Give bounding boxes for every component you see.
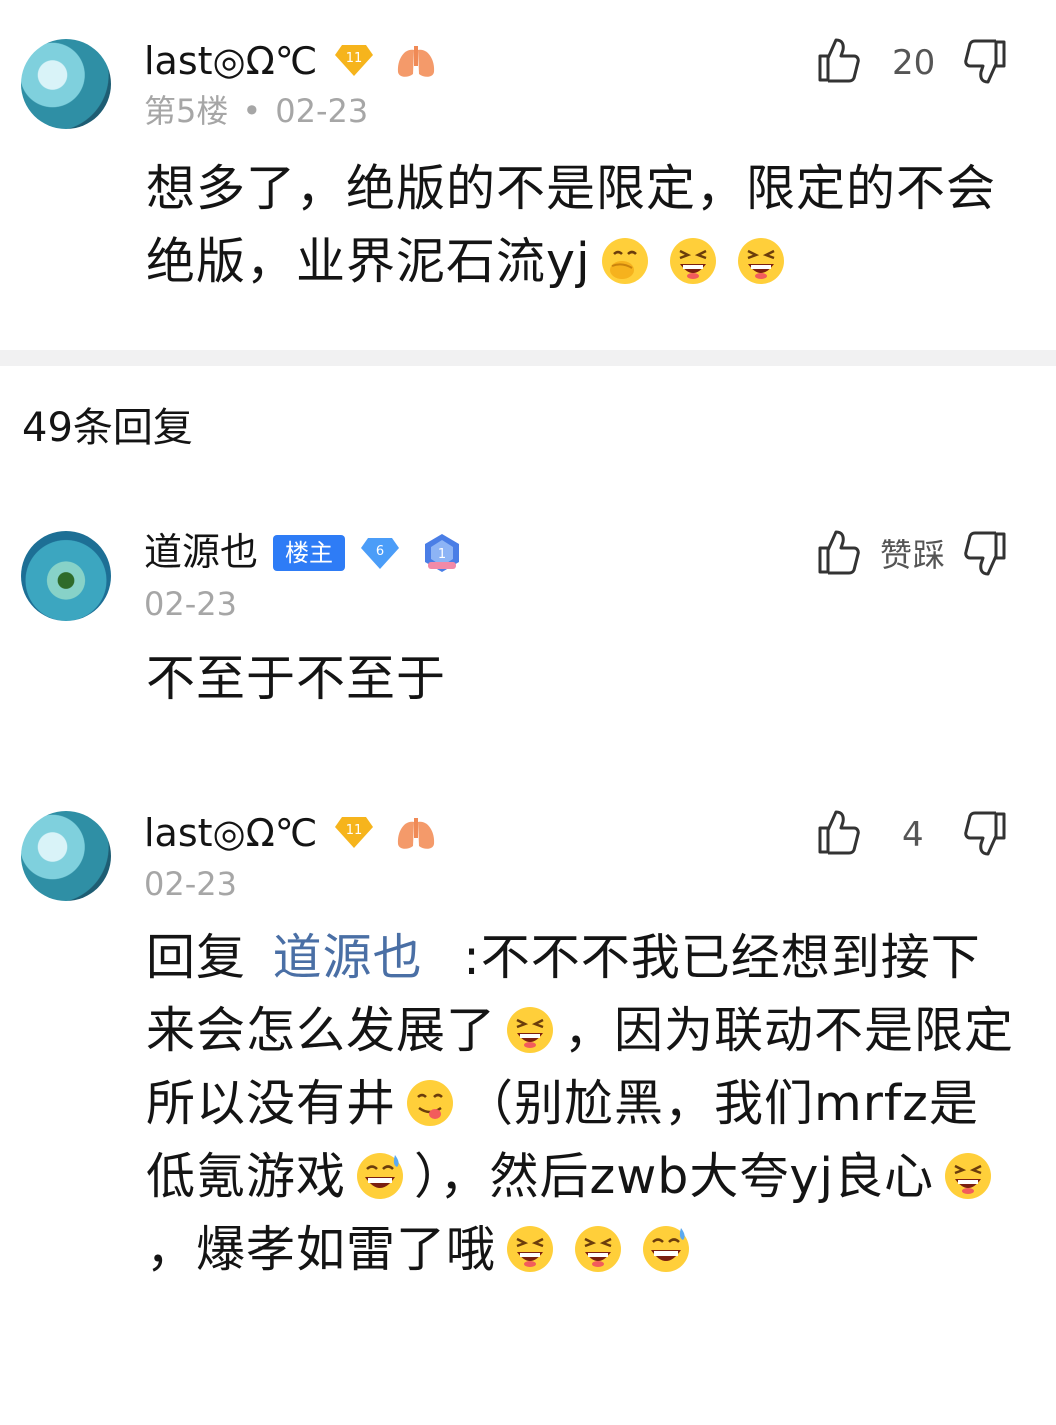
- post-text: 想多了，绝版的不是限定，限定的不会绝版，业界泥石流yj: [146, 160, 997, 290]
- grinning-sweat-emoji: [643, 1226, 690, 1272]
- mention-link[interactable]: 道源也: [273, 929, 423, 986]
- like-count: 4: [902, 815, 924, 855]
- username[interactable]: last◎Ω℃: [144, 814, 317, 852]
- thumbs-down-icon[interactable]: [964, 38, 1008, 86]
- user-avatar[interactable]: [21, 39, 111, 129]
- reply-content: 回复 道源也 :不不不我已经想到接下来会怎么发展了 ，因为联动不是限定所以没有井（…: [146, 921, 1026, 1286]
- post-meta: 第5楼 • 02-23: [144, 95, 368, 127]
- level-number: 11: [346, 51, 363, 66]
- reply-text-segment: ，爆孝如雷了哦: [146, 1221, 497, 1278]
- dislike-label[interactable]: 踩: [913, 539, 945, 571]
- thumbs-up-icon[interactable]: [816, 36, 860, 84]
- reply-text-segment: ），然后zwb大夸yj良心: [414, 1148, 935, 1205]
- like-label[interactable]: 赞: [880, 539, 912, 571]
- level-number: 6: [376, 544, 384, 559]
- rank-badge-icon: 1: [425, 534, 459, 572]
- thumbs-down-icon[interactable]: [964, 530, 1008, 578]
- reply-count-header: 49条回复: [22, 405, 193, 451]
- lung-badge-icon: [397, 818, 435, 849]
- face-savoring-food-emoji: [407, 1080, 454, 1126]
- host-badge: 楼主: [273, 535, 345, 571]
- face-with-hand-over-mouth-emoji: [601, 238, 648, 284]
- grinning-squinting-emoji: [945, 1153, 992, 1199]
- post-date: 02-23: [275, 92, 369, 130]
- level-badge-icon: 11: [335, 45, 373, 76]
- rank-number: 1: [438, 547, 446, 562]
- grinning-squinting-emoji: [507, 1007, 554, 1053]
- post-content: 想多了，绝版的不是限定，限定的不会绝版，业界泥石流yj: [146, 152, 1026, 298]
- grinning-sweat-emoji: [357, 1153, 404, 1199]
- user-avatar[interactable]: [21, 531, 111, 621]
- level-number: 11: [346, 823, 363, 838]
- username[interactable]: 道源也: [144, 533, 258, 571]
- section-divider: [0, 350, 1056, 366]
- lung-badge-icon: [397, 46, 435, 77]
- grinning-squinting-emoji: [575, 1226, 622, 1272]
- user-avatar[interactable]: [21, 811, 111, 901]
- reply-date: 02-23: [144, 585, 237, 623]
- grinning-squinting-emoji: [669, 238, 716, 284]
- username[interactable]: last◎Ω℃: [144, 42, 317, 80]
- thumbs-down-icon[interactable]: [964, 810, 1008, 858]
- thumbs-up-icon[interactable]: [816, 528, 860, 576]
- meta-separator: •: [242, 92, 262, 130]
- reply-content: 不至于不至于: [146, 650, 447, 707]
- level-badge-icon: 11: [335, 817, 373, 848]
- grinning-squinting-emoji: [737, 238, 784, 284]
- reply-prefix: 回复: [146, 929, 247, 986]
- grinning-squinting-emoji: [507, 1226, 554, 1272]
- level-badge-icon: 6: [361, 538, 399, 569]
- floor-number: 第5楼: [144, 92, 229, 130]
- thumbs-up-icon[interactable]: [816, 808, 860, 856]
- like-count: 20: [892, 43, 936, 83]
- reply-date: 02-23: [144, 865, 237, 903]
